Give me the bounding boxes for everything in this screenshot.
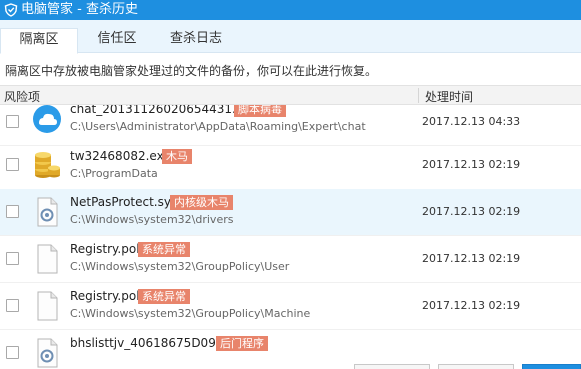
process-time: 2017.12.13 02:19	[422, 158, 521, 171]
row-checkbox[interactable]	[6, 205, 19, 218]
table-header: 风险项 处理时间	[0, 85, 581, 105]
title-bar: 电脑管家 - 查杀历史	[0, 0, 581, 20]
process-time: 2017.12.13 04:33	[422, 115, 521, 128]
table-row[interactable]: tw32468082.exe 木马 C:\ProgramData 2017.12…	[0, 146, 581, 193]
system-file-icon	[37, 197, 58, 227]
file-name: Registry.pol	[70, 289, 140, 303]
file-path: C:\ProgramData	[70, 167, 158, 180]
primary-button[interactable]	[522, 364, 581, 369]
shield-logo-icon	[4, 3, 18, 17]
bottom-button[interactable]	[438, 364, 514, 369]
file-path: C:\Windows\system32\GroupPolicy\User	[70, 260, 290, 273]
row-checkbox[interactable]	[6, 299, 19, 312]
row-checkbox[interactable]	[6, 115, 19, 128]
tab-bar: 隔离区 信任区 查杀日志	[0, 20, 581, 54]
quarantine-list[interactable]: chat_20131126020654431.html 脚本病毒 C:\User…	[0, 105, 581, 369]
threat-badge: 内核级木马	[170, 195, 233, 210]
process-time: 2017.12.13 02:19	[422, 205, 521, 218]
column-header-time[interactable]: 处理时间	[425, 88, 473, 105]
table-row[interactable]: NetPasProtect.sys 内核级木马 C:\Windows\syste…	[0, 189, 581, 236]
blank-file-icon	[37, 244, 58, 274]
process-time: 2017.12.13 02:19	[422, 252, 521, 265]
cloud-app-icon	[33, 105, 61, 133]
file-path: C:\Windows\system32\GroupPolicy\Machine	[70, 307, 311, 320]
tab-scan-log[interactable]: 查杀日志	[160, 28, 232, 53]
tab-quarantine[interactable]: 隔离区	[0, 28, 78, 54]
threat-badge: 系统异常	[138, 289, 190, 304]
file-name: Registry.pol	[70, 242, 140, 256]
system-file-icon	[37, 338, 58, 368]
threat-badge: 后门程序	[216, 336, 268, 351]
table-row[interactable]: Registry.pol 系统异常 C:\Windows\system32\Gr…	[0, 283, 581, 330]
blank-file-icon	[37, 291, 58, 321]
row-checkbox[interactable]	[6, 252, 19, 265]
threat-badge: 系统异常	[138, 242, 190, 257]
file-path: C:\Users\Administrator\AppData\Roaming\E…	[70, 120, 366, 133]
coins-icon	[35, 152, 60, 178]
threat-badge: 脚本病毒	[234, 105, 286, 117]
row-checkbox[interactable]	[6, 346, 19, 359]
table-row[interactable]: Registry.pol 系统异常 C:\Windows\system32\Gr…	[0, 236, 581, 283]
file-name: tw32468082.exe	[70, 149, 171, 163]
quarantine-description: 隔离区中存放被电脑管家处理过的文件的备份，你可以在此进行恢复。	[5, 64, 378, 78]
bottom-button[interactable]	[354, 364, 430, 369]
tab-trusted[interactable]: 信任区	[86, 28, 148, 53]
row-checkbox[interactable]	[6, 158, 19, 171]
file-path: C:\Windows\system32\drivers	[70, 213, 234, 226]
column-header-risk[interactable]: 风险项	[4, 88, 40, 105]
window-title: 电脑管家 - 查杀历史	[21, 2, 138, 17]
file-name: NetPasProtect.sys	[70, 195, 178, 209]
table-row[interactable]: chat_20131126020654431.html 脚本病毒 C:\User…	[0, 105, 581, 146]
column-divider	[418, 88, 419, 103]
threat-badge: 木马	[162, 149, 192, 164]
process-time: 2017.12.13 02:19	[422, 299, 521, 312]
